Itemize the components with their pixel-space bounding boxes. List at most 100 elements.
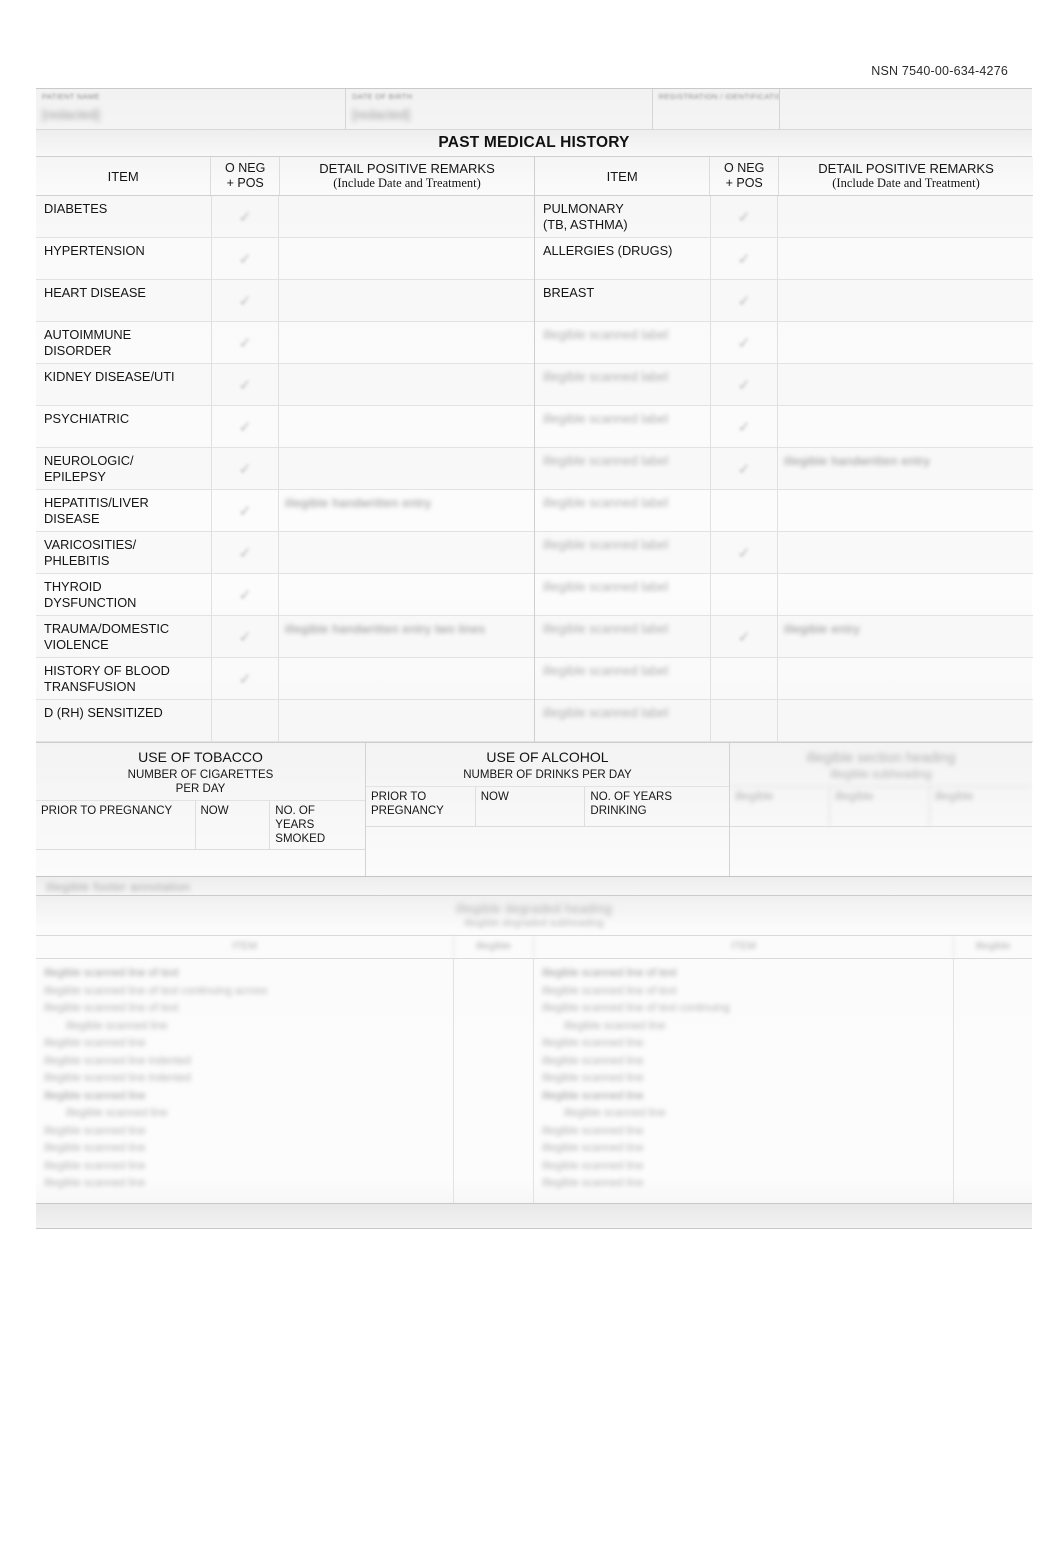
remark-text: illegible entry	[784, 622, 861, 636]
oneg-pos-checkbox[interactable]: ✓	[211, 658, 279, 699]
header-oneg-right: O NEG + POS	[709, 157, 780, 195]
oneg-pos-checkbox[interactable]: ✓	[211, 448, 279, 489]
lower-degraded-table: illegible degraded heading illegible deg…	[36, 895, 1032, 1229]
form-footer-note: illegible footer annotation	[46, 880, 191, 894]
oneg-pos-checkbox[interactable]	[710, 574, 778, 615]
detail-remarks-cell[interactable]	[778, 532, 1033, 573]
lower-table-line: illegible scanned line of text continuin…	[44, 984, 268, 997]
detail-remarks-cell[interactable]: illegible entry	[778, 616, 1033, 657]
lower-table-line: illegible scanned line	[564, 1019, 666, 1032]
tobacco-years-label: NO. OF YEARS SMOKED	[275, 805, 326, 845]
registration-field[interactable]: REGISTRATION / IDENTIFICATION	[653, 89, 780, 129]
table-row: ALLERGIES (DRUGS) ✓	[535, 238, 1033, 280]
remark-text: illegible handwritten entry two lines	[285, 622, 486, 636]
lower-table-line: illegible scanned line	[542, 1159, 644, 1172]
oneg-pos-checkbox[interactable]	[710, 700, 778, 741]
third-habit-cell-3[interactable]: illegible	[930, 786, 1032, 826]
detail-remarks-cell[interactable]	[279, 532, 534, 573]
oneg-pos-checkbox[interactable]: ✓	[710, 406, 778, 447]
detail-remarks-cell[interactable]	[778, 364, 1033, 405]
oneg-pos-checkbox[interactable]: ✓	[710, 448, 778, 489]
oneg-pos-checkbox[interactable]: ✓	[211, 574, 279, 615]
oneg-pos-checkbox[interactable]: ✓	[710, 364, 778, 405]
lower-table-line: illegible scanned line of text	[44, 967, 179, 979]
detail-remarks-cell[interactable]	[778, 196, 1033, 237]
detail-remarks-cell[interactable]	[279, 658, 534, 699]
detail-remarks-cell[interactable]	[778, 574, 1033, 615]
check-icon: ✓	[737, 460, 751, 478]
table-row: illegible scanned label	[535, 574, 1033, 616]
oneg-pos-checkbox[interactable]: ✓	[211, 364, 279, 405]
oneg-pos-checkbox[interactable]	[211, 700, 279, 741]
history-item-label: AUTOIMMUNE DISORDER	[44, 327, 132, 358]
oneg-pos-checkbox[interactable]: ✓	[710, 280, 778, 321]
oneg-pos-checkbox[interactable]: ✓	[211, 238, 279, 279]
detail-remarks-cell[interactable]: illegible handwritten entry	[279, 490, 534, 531]
lower-table-right-marks[interactable]	[954, 959, 1032, 1203]
oneg-pos-checkbox[interactable]	[710, 490, 778, 531]
table-row: THYROID DYSFUNCTION ✓	[36, 574, 534, 616]
lower-table-left-marks[interactable]	[454, 959, 534, 1203]
detail-remarks-cell[interactable]	[279, 406, 534, 447]
oneg-pos-checkbox[interactable]: ✓	[211, 280, 279, 321]
detail-remarks-cell[interactable]: illegible handwritten entry	[778, 448, 1033, 489]
check-icon: ✓	[737, 544, 751, 562]
table-row: TRAUMA/DOMESTIC VIOLENCE ✓ illegible handwr…	[36, 616, 534, 658]
tobacco-now-cell[interactable]: NOW	[195, 800, 271, 849]
history-item-label: NEUROLOGIC/EPILEPSY	[44, 453, 134, 484]
oneg-pos-checkbox[interactable]: ✓	[710, 616, 778, 657]
detail-remarks-cell[interactable]	[778, 406, 1033, 447]
oneg-pos-checkbox[interactable]: ✓	[211, 532, 279, 573]
date-of-birth-field[interactable]: DATE OF BIRTH [redacted]	[346, 89, 653, 129]
alcohol-now-cell[interactable]: NOW	[475, 786, 586, 826]
tobacco-subtitle: NUMBER OF CIGARETTES PER DAY	[127, 769, 274, 795]
alcohol-prior-cell[interactable]: PRIOR TO PREGNANCY	[366, 786, 476, 826]
oneg-pos-checkbox[interactable]: ✓	[211, 406, 279, 447]
lower-table-left-column: illegible scanned line of text illegible …	[36, 959, 454, 1203]
history-item-label: PULMONARY (TB, ASTHMA)	[543, 201, 628, 232]
third-habit-cell-2[interactable]: illegible	[830, 786, 930, 826]
detail-remarks-cell[interactable]	[279, 196, 534, 237]
alcohol-block: USE OF ALCOHOL NUMBER OF DRINKS PER DAY …	[366, 743, 730, 876]
detail-remarks-cell[interactable]	[279, 322, 534, 363]
detail-remarks-cell[interactable]	[279, 700, 534, 741]
detail-remarks-cell[interactable]	[778, 280, 1033, 321]
detail-remarks-cell[interactable]	[279, 280, 534, 321]
oneg-pos-checkbox[interactable]: ✓	[211, 490, 279, 531]
header-extra-field[interactable]	[780, 89, 1032, 129]
tobacco-now-label: NOW	[200, 805, 229, 817]
detail-remarks-cell[interactable]	[778, 238, 1033, 279]
detail-remarks-cell[interactable]	[279, 448, 534, 489]
alcohol-footer-mark	[540, 831, 554, 846]
detail-remarks-cell[interactable]	[778, 322, 1033, 363]
oneg-pos-checkbox[interactable]: ✓	[211, 196, 279, 237]
detail-remarks-cell[interactable]	[279, 574, 534, 615]
remark-text: illegible handwritten entry	[285, 496, 432, 510]
tobacco-years-cell[interactable]: NO. OF YEARS SMOKED	[270, 800, 365, 849]
alcohol-years-cell[interactable]: NO. OF YEARS DRINKING	[585, 786, 729, 826]
detail-remarks-cell[interactable]	[778, 658, 1033, 699]
oneg-pos-checkbox[interactable]: ✓	[211, 322, 279, 363]
lower-header-4: illegible	[975, 940, 1011, 952]
header-detail-line1-right: DETAIL POSITIVE REMARKS	[818, 161, 994, 176]
detail-remarks-cell[interactable]	[279, 238, 534, 279]
table-row: D (RH) SENSITIZED	[36, 700, 534, 742]
tobacco-prior-cell[interactable]: PRIOR TO PREGNANCY	[36, 800, 196, 849]
oneg-pos-checkbox[interactable]	[710, 658, 778, 699]
oneg-pos-checkbox[interactable]: ✓	[710, 532, 778, 573]
patient-name-field[interactable]: PATIENT NAME [redacted]	[36, 89, 347, 129]
detail-remarks-cell[interactable]: illegible handwritten entry two lines	[279, 616, 534, 657]
history-item-label: D (RH) SENSITIZED	[44, 705, 163, 720]
oneg-pos-checkbox[interactable]: ✓	[710, 238, 778, 279]
tobacco-cells: PRIOR TO PREGNANCY NOW NO. OF YEARS SMOKED	[36, 800, 365, 849]
oneg-pos-checkbox[interactable]: ✓	[710, 322, 778, 363]
detail-remarks-cell[interactable]	[778, 700, 1033, 741]
detail-remarks-cell[interactable]	[279, 364, 534, 405]
check-icon: ✓	[238, 250, 252, 268]
alcohol-footer	[366, 826, 729, 853]
oneg-pos-checkbox[interactable]: ✓	[710, 196, 778, 237]
oneg-pos-checkbox[interactable]: ✓	[211, 616, 279, 657]
history-item-label: illegible scanned label	[543, 579, 669, 594]
detail-remarks-cell[interactable]	[778, 490, 1033, 531]
third-habit-cell-1[interactable]: illegible	[730, 786, 830, 826]
